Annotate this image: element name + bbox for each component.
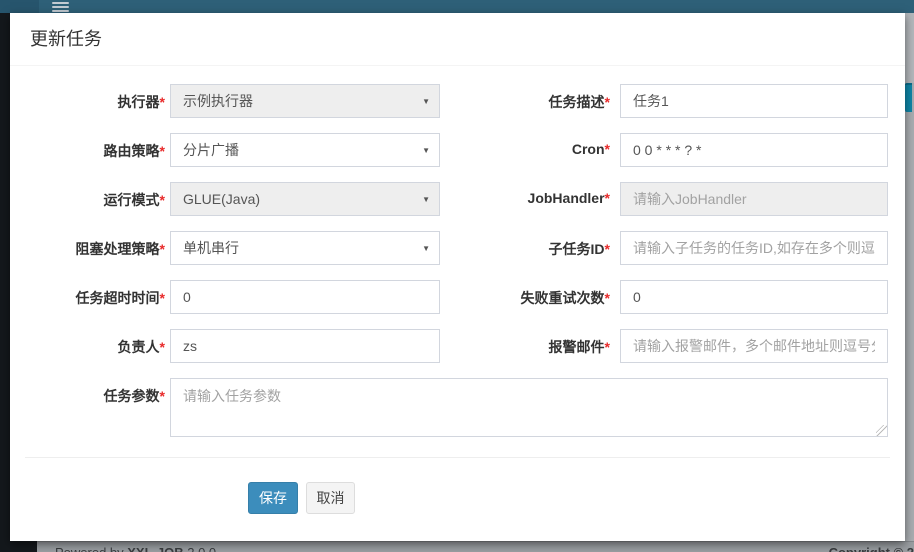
label-cron: Cron* xyxy=(450,133,610,157)
jobhandler-input[interactable] xyxy=(620,182,888,216)
label-block-strategy: 阻塞处理策略* xyxy=(20,231,165,259)
route-strategy-select[interactable]: 分片广播 ▼ xyxy=(170,133,440,167)
label-glue-type: 运行模式* xyxy=(20,182,165,210)
footer-brand: XXL-JOB xyxy=(127,545,183,552)
footer-copyright: Copyright © 2 xyxy=(829,545,914,552)
chevron-down-icon: ▼ xyxy=(422,97,430,106)
top-navbar xyxy=(0,0,914,13)
label-fail-retry-count: 失败重试次数* xyxy=(450,280,610,308)
fail-retry-count-input[interactable] xyxy=(620,280,888,314)
block-strategy-select[interactable]: 单机串行 ▼ xyxy=(170,231,440,265)
modal-body: 执行器* 示例执行器 ▼ 任务描述* 路由策略* 分片广播 ▼ Cron* 运行… xyxy=(10,67,905,541)
timeout-input[interactable] xyxy=(170,280,440,314)
label-job-params: 任务参数* xyxy=(20,378,165,406)
save-button[interactable]: 保存 xyxy=(248,482,298,514)
label-author: 负责人* xyxy=(20,329,165,357)
label-task-description: 任务描述* xyxy=(450,84,610,112)
background-button-fragment xyxy=(905,83,912,112)
author-input[interactable] xyxy=(170,329,440,363)
child-job-id-input[interactable] xyxy=(620,231,888,265)
task-description-input[interactable] xyxy=(620,84,888,118)
glue-type-select[interactable]: GLUE(Java) ▼ xyxy=(170,182,440,216)
update-task-modal: 更新任务 执行器* 示例执行器 ▼ 任务描述* 路由策略* 分片广播 ▼ Cro… xyxy=(10,13,905,541)
chevron-down-icon: ▼ xyxy=(422,146,430,155)
label-jobhandler: JobHandler* xyxy=(450,182,610,206)
hamburger-icon[interactable] xyxy=(52,2,69,13)
label-child-job-id: 子任务ID* xyxy=(450,231,610,259)
cron-input[interactable] xyxy=(620,133,888,167)
label-alarm-email: 报警邮件* xyxy=(450,329,610,357)
chevron-down-icon: ▼ xyxy=(422,244,430,253)
alarm-email-input[interactable] xyxy=(620,329,888,363)
page-footer: Powered by XXL-JOB 2.0.0 Copyright © 2 xyxy=(37,541,914,552)
label-route-strategy: 路由策略* xyxy=(20,133,165,161)
label-executor: 执行器* xyxy=(20,84,165,112)
chevron-down-icon: ▼ xyxy=(422,195,430,204)
divider xyxy=(25,457,890,458)
executor-select[interactable]: 示例执行器 ▼ xyxy=(170,84,440,118)
footer-powered-by: Powered by XXL-JOB 2.0.0 xyxy=(55,545,216,552)
modal-title: 更新任务 xyxy=(30,13,102,66)
textarea-resize-grip[interactable] xyxy=(876,425,887,436)
label-timeout: 任务超时时间* xyxy=(20,280,165,308)
job-params-textarea[interactable] xyxy=(170,378,888,437)
page-background xyxy=(905,13,914,83)
cancel-button[interactable]: 取消 xyxy=(306,482,355,514)
navbar-logo-area xyxy=(0,0,39,13)
modal-header: 更新任务 xyxy=(10,13,905,66)
